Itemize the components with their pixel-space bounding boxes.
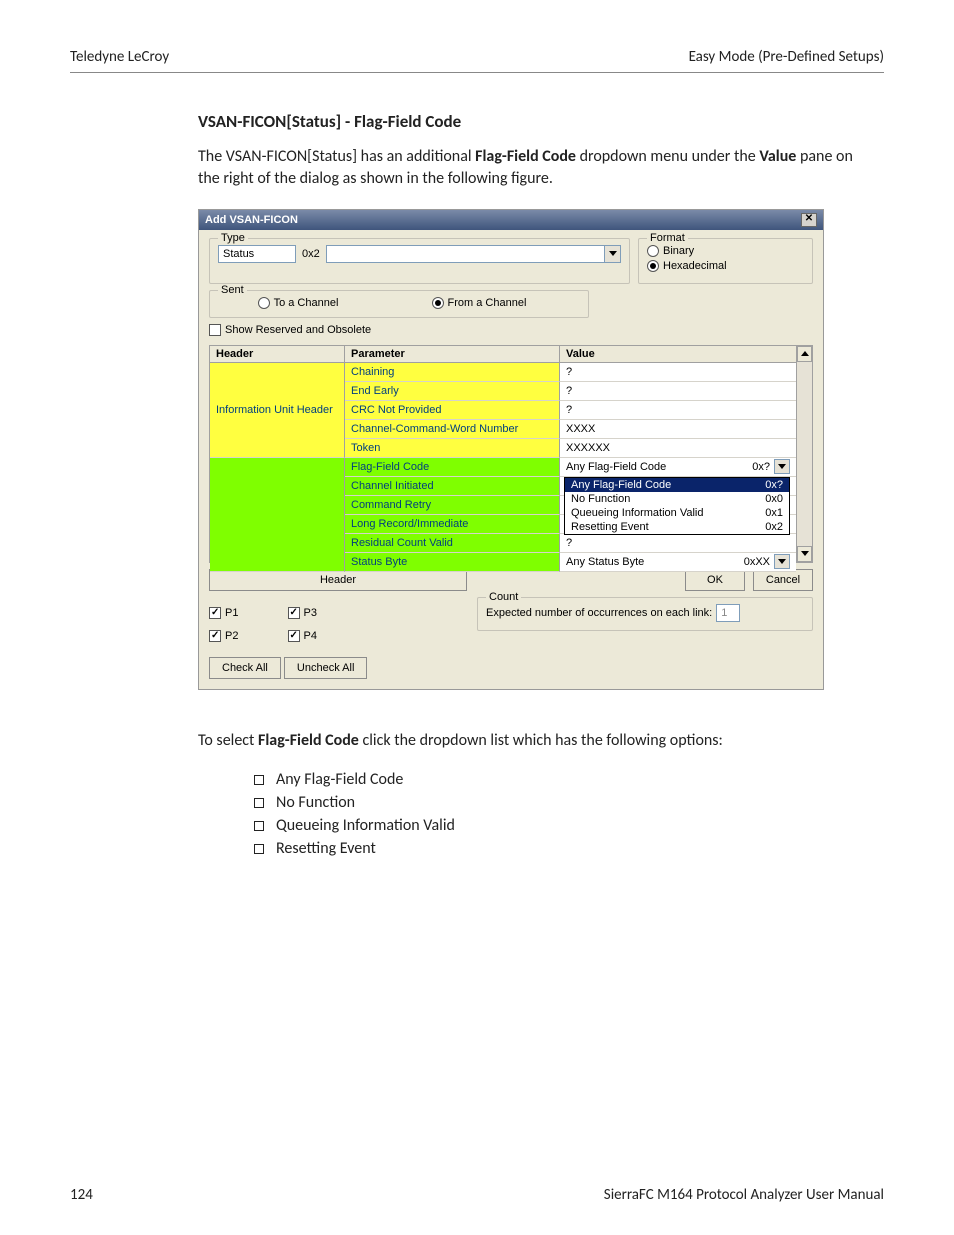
checkbox-show-reserved[interactable]: Show Reserved and Obsolete bbox=[209, 324, 371, 336]
intro-paragraph: The VSAN-FICON[Status] has an additional… bbox=[198, 146, 874, 191]
header-button[interactable]: Header bbox=[209, 569, 467, 591]
value-cell[interactable]: ? bbox=[560, 401, 796, 420]
checkbox-p1[interactable]: P1 bbox=[209, 607, 238, 619]
count-group: Count Expected number of occurrences on … bbox=[477, 597, 813, 631]
legend: Format bbox=[647, 232, 688, 244]
value-cell[interactable]: ? bbox=[560, 382, 796, 401]
text: The VSAN-FICON[Status] has an additional bbox=[198, 147, 475, 166]
radio-binary[interactable]: Binary bbox=[647, 245, 694, 257]
col-header-header[interactable]: Header bbox=[210, 346, 345, 362]
value-cell[interactable]: XXXX bbox=[560, 420, 796, 439]
list-item: Queueing Information Valid bbox=[254, 816, 874, 835]
list-item: Resetting Event bbox=[254, 839, 874, 858]
checkbox-p4[interactable]: P4 bbox=[288, 630, 317, 642]
count-label: Expected number of occurrences on each l… bbox=[486, 607, 712, 619]
type-combo[interactable] bbox=[326, 245, 605, 263]
header-left: Teledyne LeCroy bbox=[70, 48, 169, 66]
type-code-label: 0x2 bbox=[302, 248, 320, 260]
scroll-up-icon[interactable] bbox=[797, 346, 812, 362]
param-cell[interactable]: Channel Initiated bbox=[345, 477, 560, 496]
legend: Type bbox=[218, 232, 248, 244]
dropdown-item[interactable]: Any Flag-Field Code0x? bbox=[565, 478, 789, 492]
format-group: Format Binary Hexadecimal bbox=[638, 238, 813, 284]
value-cell[interactable]: ? bbox=[560, 363, 796, 382]
check-all-button[interactable]: Check All bbox=[209, 657, 281, 679]
col-header-value[interactable]: Value bbox=[560, 346, 796, 362]
value-cell[interactable]: ? bbox=[560, 534, 796, 553]
param-cell[interactable]: Command Retry bbox=[345, 496, 560, 515]
checkbox-p3[interactable]: P3 bbox=[288, 607, 317, 619]
text: Flag-Field Code bbox=[258, 731, 359, 750]
group-header-cell[interactable]: Information Unit Header bbox=[210, 401, 345, 420]
dropdown-item[interactable]: No Function0x0 bbox=[565, 492, 789, 506]
scrollbar[interactable] bbox=[796, 346, 812, 562]
dropdown-icon[interactable] bbox=[774, 554, 790, 569]
text: To select bbox=[198, 731, 258, 750]
parameter-grid: Header Parameter Value Chaining? End Ear… bbox=[209, 345, 813, 563]
radio-from-channel[interactable]: From a Channel bbox=[432, 297, 527, 309]
radio-to-channel[interactable]: To a Channel bbox=[258, 297, 339, 309]
col-header-parameter[interactable]: Parameter bbox=[345, 346, 560, 362]
param-cell[interactable]: CRC Not Provided bbox=[345, 401, 560, 420]
square-bullet-icon bbox=[254, 844, 264, 854]
uncheck-all-button[interactable]: Uncheck All bbox=[284, 657, 367, 679]
options-list: Any Flag-Field Code No Function Queueing… bbox=[254, 770, 874, 858]
param-cell[interactable]: Long Record/Immediate bbox=[345, 515, 560, 534]
text: Flag-Field Code bbox=[475, 147, 576, 166]
text: dropdown menu under the bbox=[576, 147, 759, 166]
param-cell[interactable]: Channel-Command-Word Number bbox=[345, 420, 560, 439]
close-icon[interactable]: ✕ bbox=[801, 213, 817, 227]
dialog-titlebar[interactable]: Add VSAN-FICON ✕ bbox=[199, 210, 823, 230]
value-cell-dd[interactable]: Any Status Byte0xXX bbox=[560, 553, 796, 572]
sent-group: Sent To a Channel From a Channel bbox=[209, 290, 589, 318]
dropdown-item[interactable]: Queueing Information Valid0x1 bbox=[565, 506, 789, 520]
options-intro: To select Flag-Field Code click the drop… bbox=[198, 730, 874, 752]
checkbox-p2[interactable]: P2 bbox=[209, 630, 238, 642]
legend: Count bbox=[486, 591, 521, 603]
type-name-field[interactable]: Status bbox=[218, 245, 296, 263]
dropdown-icon[interactable] bbox=[605, 245, 621, 263]
param-cell[interactable]: End Early bbox=[345, 382, 560, 401]
list-item: Any Flag-Field Code bbox=[254, 770, 874, 789]
text: click the dropdown list which has the fo… bbox=[359, 731, 723, 750]
ok-button[interactable]: OK bbox=[685, 569, 745, 591]
square-bullet-icon bbox=[254, 821, 264, 831]
header-right: Easy Mode (Pre-Defined Setups) bbox=[689, 48, 884, 66]
footer-title: SierraFC M164 Protocol Analyzer User Man… bbox=[604, 1186, 884, 1204]
param-cell[interactable]: Token bbox=[345, 439, 560, 458]
param-cell[interactable]: Status Byte bbox=[345, 553, 560, 572]
dialog-add-vsan-ficon: Add VSAN-FICON ✕ Type Status 0x2 bbox=[198, 209, 824, 690]
param-cell[interactable]: Flag-Field Code bbox=[345, 458, 560, 477]
param-cell[interactable]: Residual Count Valid bbox=[345, 534, 560, 553]
scroll-down-icon[interactable] bbox=[797, 546, 812, 562]
count-input[interactable]: 1 bbox=[716, 604, 740, 622]
legend: Sent bbox=[218, 284, 247, 296]
flag-field-dropdown[interactable]: Any Flag-Field Code0x? No Function0x0 Qu… bbox=[564, 477, 790, 535]
value-cell-dd[interactable]: Any Flag-Field Code0x? bbox=[560, 458, 796, 477]
type-group: Type Status 0x2 bbox=[209, 238, 630, 284]
value-cell[interactable]: XXXXXX bbox=[560, 439, 796, 458]
dropdown-icon[interactable] bbox=[774, 459, 790, 474]
square-bullet-icon bbox=[254, 798, 264, 808]
list-item: No Function bbox=[254, 793, 874, 812]
square-bullet-icon bbox=[254, 775, 264, 785]
radio-hexadecimal[interactable]: Hexadecimal bbox=[647, 260, 727, 272]
dialog-title: Add VSAN-FICON bbox=[205, 214, 298, 226]
dropdown-item[interactable]: Resetting Event0x2 bbox=[565, 520, 789, 534]
page-number: 124 bbox=[70, 1186, 93, 1204]
cancel-button[interactable]: Cancel bbox=[753, 569, 813, 591]
param-cell[interactable]: Chaining bbox=[345, 363, 560, 382]
section-title: VSAN-FICON[Status] - Flag-Field Code bbox=[198, 111, 874, 132]
text: Value bbox=[759, 147, 796, 166]
